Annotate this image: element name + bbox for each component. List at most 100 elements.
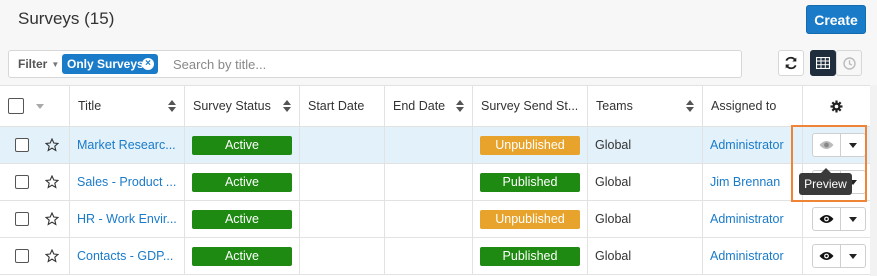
table-row[interactable]: Market Researc... Active Unpublished Glo… xyxy=(0,127,870,164)
send-status-badge: Unpublished xyxy=(480,209,580,229)
table-header-row: Title Survey Status Start Date End Date … xyxy=(0,85,870,127)
grid-view-button[interactable] xyxy=(810,50,836,76)
star-icon[interactable] xyxy=(45,212,59,226)
survey-title-link[interactable]: Sales - Product ... xyxy=(77,175,176,189)
remove-filter-icon[interactable]: × xyxy=(142,58,154,70)
status-cell: Active xyxy=(185,201,300,237)
column-status-label: Survey Status xyxy=(193,99,271,113)
start-date-cell xyxy=(300,238,385,274)
column-teams-label: Teams xyxy=(596,99,633,113)
star-icon[interactable] xyxy=(45,138,59,152)
favorite-cell xyxy=(35,127,70,163)
column-header-end-date[interactable]: End Date xyxy=(385,86,473,126)
assigned-cell: Administrator xyxy=(703,127,803,163)
active-filter-tag: Only Surveys × xyxy=(62,54,158,74)
preview-button[interactable] xyxy=(813,245,841,267)
start-date-cell xyxy=(300,127,385,163)
row-checkbox[interactable] xyxy=(15,212,29,226)
title-cell: Contacts - GDP... xyxy=(70,238,185,274)
sort-icon xyxy=(686,100,694,112)
preview-button[interactable] xyxy=(813,208,841,230)
table-row[interactable]: Sales - Product ... Active Published Glo… xyxy=(0,164,870,201)
favorite-cell xyxy=(35,201,70,237)
status-cell: Active xyxy=(185,238,300,274)
row-checkbox[interactable] xyxy=(15,138,29,152)
send-status-cell: Published xyxy=(473,164,588,200)
title-cell: Sales - Product ... xyxy=(70,164,185,200)
row-checkbox-cell xyxy=(0,201,35,237)
search-bar: Filter ▼ Only Surveys × xyxy=(8,50,742,78)
select-all-checkbox[interactable] xyxy=(8,98,24,114)
row-actions xyxy=(812,244,866,268)
column-settings-cell[interactable] xyxy=(803,86,870,126)
column-header-teams[interactable]: Teams xyxy=(588,86,703,126)
assigned-cell: Jim Brennan xyxy=(703,164,803,200)
status-badge: Active xyxy=(192,172,292,192)
star-icon[interactable] xyxy=(45,175,59,189)
sort-icon xyxy=(168,100,176,112)
team-cell: Global xyxy=(588,164,703,200)
row-actions-dropdown[interactable] xyxy=(841,245,865,267)
assigned-user-link[interactable]: Administrator xyxy=(710,249,784,263)
start-date-cell xyxy=(300,164,385,200)
column-send-label: Survey Send St... xyxy=(481,99,579,113)
team-cell: Global xyxy=(588,127,703,163)
status-badge: Active xyxy=(192,209,292,229)
preview-tooltip: Preview xyxy=(799,168,852,195)
status-badge: Active xyxy=(192,135,292,155)
row-actions-dropdown[interactable] xyxy=(841,208,865,230)
assigned-user-link[interactable]: Administrator xyxy=(710,212,784,226)
grid-view-icon xyxy=(816,57,830,69)
caret-down-icon xyxy=(849,142,857,148)
column-end-label: End Date xyxy=(393,99,446,113)
create-button[interactable]: Create xyxy=(806,5,866,34)
column-header-survey-status[interactable]: Survey Status xyxy=(185,86,300,126)
page-header: Surveys (15) Create xyxy=(0,0,877,44)
status-cell: Active xyxy=(185,164,300,200)
select-all-cell xyxy=(0,86,70,126)
active-filter-label: Only Surveys xyxy=(67,57,144,71)
search-input[interactable] xyxy=(171,53,735,75)
column-header-title[interactable]: Title xyxy=(70,86,185,126)
send-status-badge: Unpublished xyxy=(480,135,580,155)
end-date-cell xyxy=(385,201,473,237)
row-checkbox[interactable] xyxy=(15,175,29,189)
clock-icon xyxy=(842,56,856,70)
scrollbar[interactable] xyxy=(870,85,877,276)
row-checkbox[interactable] xyxy=(15,249,29,263)
table-row[interactable]: HR - Work Envir... Active Unpublished Gl… xyxy=(0,201,870,238)
sort-icon xyxy=(456,100,464,112)
column-header-assigned-to[interactable]: Assigned to xyxy=(703,86,803,126)
column-header-start-date[interactable]: Start Date xyxy=(300,86,385,126)
column-assigned-label: Assigned to xyxy=(711,99,777,113)
row-checkbox-cell xyxy=(0,164,35,200)
table-row[interactable]: Contacts - GDP... Active Published Globa… xyxy=(0,238,870,275)
survey-title-link[interactable]: Contacts - GDP... xyxy=(77,249,173,263)
assigned-cell: Administrator xyxy=(703,201,803,237)
toolbar: Filter ▼ Only Surveys × xyxy=(0,43,877,85)
row-actions xyxy=(812,133,866,157)
row-actions-dropdown[interactable] xyxy=(841,134,865,156)
team-cell: Global xyxy=(588,238,703,274)
row-checkbox-cell xyxy=(0,127,35,163)
end-date-cell xyxy=(385,164,473,200)
filter-button[interactable]: Filter ▼ xyxy=(13,54,64,74)
end-date-cell xyxy=(385,238,473,274)
preview-button[interactable] xyxy=(813,134,841,156)
send-status-cell: Unpublished xyxy=(473,127,588,163)
survey-title-link[interactable]: HR - Work Envir... xyxy=(77,212,177,226)
column-header-send-status[interactable]: Survey Send St... xyxy=(473,86,588,126)
star-icon[interactable] xyxy=(45,249,59,263)
start-date-cell xyxy=(300,201,385,237)
eye-icon xyxy=(819,215,834,223)
refresh-button[interactable] xyxy=(778,50,804,76)
assigned-user-link[interactable]: Administrator xyxy=(710,138,784,152)
send-status-badge: Published xyxy=(480,246,580,266)
row-checkbox-cell xyxy=(0,238,35,274)
chevron-down-icon[interactable] xyxy=(36,103,44,109)
survey-title-link[interactable]: Market Researc... xyxy=(77,138,176,152)
timeline-view-button[interactable] xyxy=(836,50,862,76)
assigned-user-link[interactable]: Jim Brennan xyxy=(710,175,780,189)
title-cell: Market Researc... xyxy=(70,127,185,163)
end-date-cell xyxy=(385,127,473,163)
